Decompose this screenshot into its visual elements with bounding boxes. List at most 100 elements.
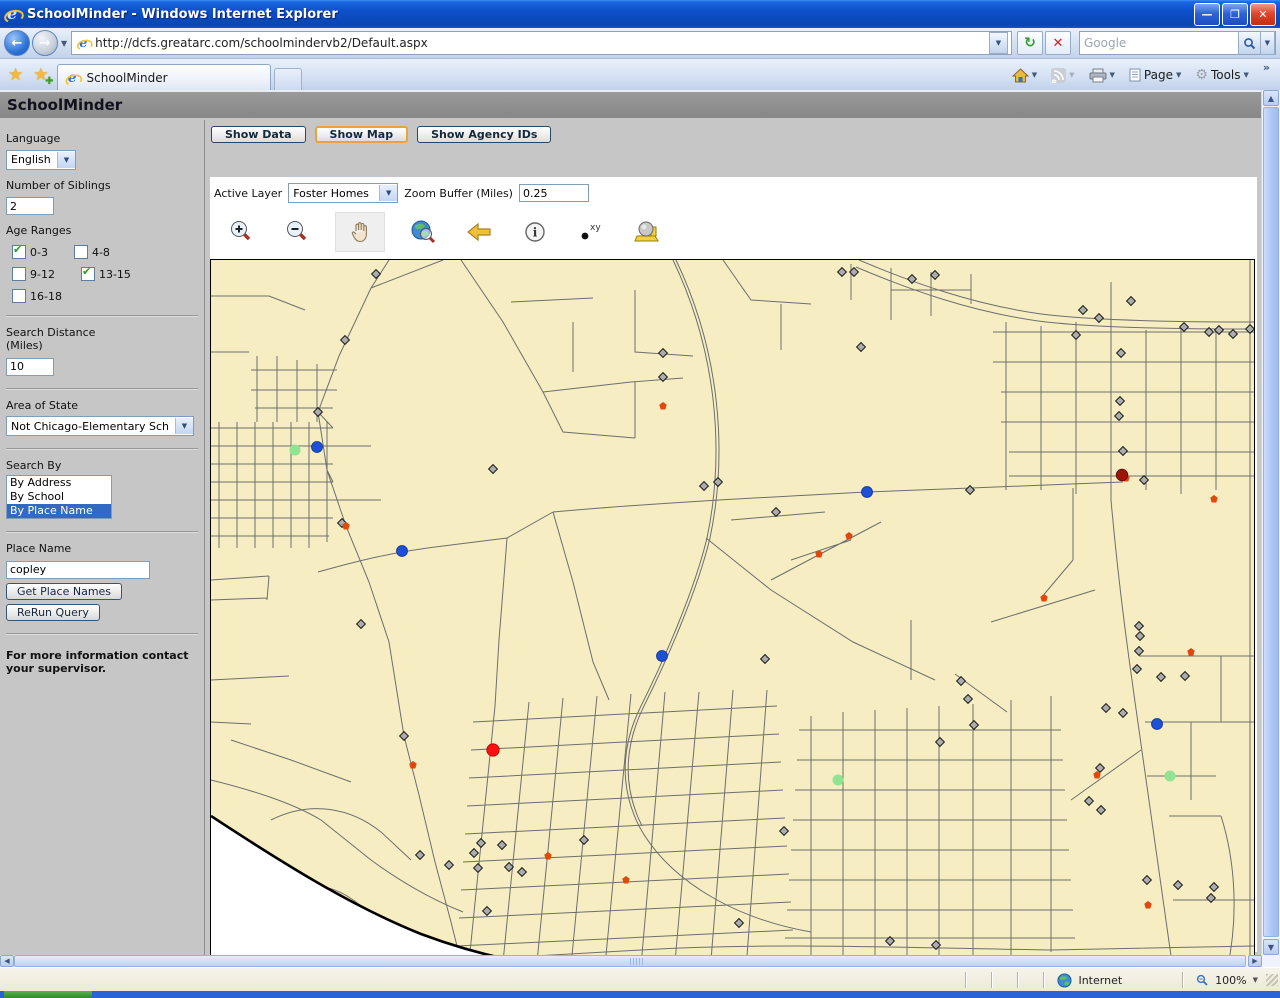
address-bar: ← → ▼ e ▼ ↻ ✕ ▼ xyxy=(0,28,1280,59)
checkbox-age-9-12[interactable]: 9-12 xyxy=(12,267,55,281)
back-icon[interactable] xyxy=(462,216,496,248)
search-distance-label: Search Distance xyxy=(6,326,204,339)
new-tab-button[interactable] xyxy=(274,68,302,91)
map-canvas[interactable] xyxy=(211,260,1254,970)
horizontal-scrollbar[interactable]: ◀ ▶ xyxy=(0,955,1262,967)
history-dropdown-icon[interactable]: ▼ xyxy=(61,39,67,48)
tools-menu[interactable]: ⚙ Tools ▼ xyxy=(1195,67,1249,83)
rerun-query-button[interactable]: ReRun Query xyxy=(6,604,100,621)
page-menu[interactable]: Page ▼ xyxy=(1129,68,1181,82)
security-zone: Internet xyxy=(1057,973,1122,988)
scroll-right-button[interactable]: ▶ xyxy=(1248,955,1262,967)
scroll-up-button[interactable]: ▲ xyxy=(1263,90,1279,106)
search-distance-units: (Miles) xyxy=(6,339,204,352)
ie-logo-icon: e xyxy=(4,5,22,23)
get-place-names-button[interactable]: Get Place Names xyxy=(6,583,122,600)
chevron-down-icon[interactable]: ▼ xyxy=(379,185,397,201)
checkbox-age-16-18[interactable]: 16-18 xyxy=(12,289,62,303)
select-tool-icon[interactable] xyxy=(630,216,664,248)
back-button[interactable]: ← xyxy=(4,30,30,56)
green-marker xyxy=(833,775,844,786)
blue-marker xyxy=(657,651,668,662)
age-ranges-label: Age Ranges xyxy=(6,224,204,237)
zoom-buffer-input[interactable] xyxy=(519,184,589,202)
chevron-down-icon[interactable]: ▼ xyxy=(57,152,75,168)
svg-text:xy: xy xyxy=(590,223,601,233)
minimize-button[interactable]: — xyxy=(1194,3,1220,26)
place-name-label: Place Name xyxy=(6,542,204,555)
active-layer-select[interactable]: Foster Homes▼ xyxy=(288,183,398,203)
resize-grip[interactable] xyxy=(1266,974,1278,986)
chevron-down-icon[interactable]: ▼ xyxy=(175,418,193,434)
search-box[interactable]: ▼ xyxy=(1079,31,1276,55)
checkbox-age-13-15[interactable]: 13-15 xyxy=(81,267,131,281)
toolbar-overflow-chevron[interactable]: » xyxy=(1263,61,1270,74)
close-button[interactable]: ✕ xyxy=(1250,3,1276,26)
zoom-dropdown-icon[interactable]: ▼ xyxy=(1253,976,1258,984)
feeds-button: ▼ xyxy=(1051,68,1074,83)
option-by-school[interactable]: By School xyxy=(7,490,111,504)
siblings-input[interactable] xyxy=(6,197,54,215)
vertical-scrollbar[interactable]: ▲ ▼ xyxy=(1261,90,1280,955)
dark-red-marker xyxy=(1116,469,1128,481)
zoom-out-icon[interactable] xyxy=(280,216,314,248)
add-favorite-icon[interactable]: ★✚ xyxy=(33,65,48,85)
xy-point-icon[interactable]: xy xyxy=(574,216,608,248)
main-area: Show Data Show Map Show Agency IDs Activ… xyxy=(206,120,1262,957)
search-options-dropdown[interactable]: ▼ xyxy=(1260,31,1275,55)
show-agency-ids-button[interactable]: Show Agency IDs xyxy=(417,126,551,143)
option-by-address[interactable]: By Address xyxy=(7,476,111,490)
home-button[interactable]: ▼ xyxy=(1012,68,1037,83)
option-by-place-name[interactable]: By Place Name xyxy=(7,504,111,518)
area-of-state-select[interactable]: Not Chicago-Elementary Sch▼ xyxy=(6,416,194,436)
title-bar: e SchoolMinder - Windows Internet Explor… xyxy=(0,0,1280,28)
search-magnifier-icon[interactable] xyxy=(1238,32,1260,54)
zoom-buffer-label: Zoom Buffer (Miles) xyxy=(404,187,513,200)
scroll-left-button[interactable]: ◀ xyxy=(0,955,14,967)
scroll-down-button[interactable]: ▼ xyxy=(1263,939,1279,955)
app-header: SchoolMinder xyxy=(0,92,1262,118)
status-bar: Internet 100% ▼ xyxy=(0,967,1280,992)
tab-schoolminder[interactable]: e SchoolMinder xyxy=(57,64,271,91)
vertical-scroll-thumb[interactable] xyxy=(1263,107,1279,937)
active-layer-label: Active Layer xyxy=(214,187,282,200)
search-input[interactable] xyxy=(1080,36,1238,50)
map[interactable] xyxy=(210,259,1255,971)
show-data-button[interactable]: Show Data xyxy=(211,126,306,143)
horizontal-scroll-thumb[interactable] xyxy=(14,955,1246,967)
tab-title: SchoolMinder xyxy=(87,71,168,85)
tab-favicon: e xyxy=(65,70,80,85)
blue-marker xyxy=(1152,719,1163,730)
search-by-label: Search By xyxy=(6,459,204,472)
print-button[interactable]: ▼ xyxy=(1089,68,1115,83)
blue-marker xyxy=(862,487,873,498)
forward-button[interactable]: → xyxy=(32,30,58,56)
identify-icon[interactable]: i xyxy=(518,216,552,248)
refresh-button[interactable]: ↻ xyxy=(1017,31,1043,55)
area-of-state-label: Area of State xyxy=(6,399,204,412)
green-marker xyxy=(290,445,301,456)
url-input[interactable] xyxy=(93,35,989,51)
internet-globe-icon xyxy=(1057,973,1072,988)
stop-button[interactable]: ✕ xyxy=(1045,31,1071,55)
pan-icon[interactable] xyxy=(336,213,384,251)
map-toolbar: i xy xyxy=(210,203,1257,259)
language-select[interactable]: English▼ xyxy=(6,150,76,170)
zoom-control[interactable]: 100% ▼ xyxy=(1196,974,1258,987)
search-distance-input[interactable] xyxy=(6,358,54,376)
place-name-input[interactable] xyxy=(6,561,150,579)
show-map-button[interactable]: Show Map xyxy=(315,126,409,143)
address-dropdown-button[interactable]: ▼ xyxy=(989,32,1008,54)
checkbox-age-4-8[interactable]: 4-8 xyxy=(74,245,110,259)
scrollbar-corner xyxy=(1262,955,1280,967)
sidebar: Language English▼ Number of Siblings Age… xyxy=(0,120,205,957)
zoom-full-extent-icon[interactable] xyxy=(406,216,440,248)
address-field[interactable]: e ▼ xyxy=(71,31,1012,55)
checkbox-age-0-3[interactable]: 0-3 xyxy=(12,245,48,259)
restore-button[interactable]: ❐ xyxy=(1222,3,1248,26)
tools-menu-label: Tools xyxy=(1211,68,1241,82)
page-menu-label: Page xyxy=(1144,68,1173,82)
favorites-icon[interactable]: ★ xyxy=(8,65,23,85)
zoom-in-icon[interactable] xyxy=(224,216,258,248)
search-by-listbox[interactable]: By Address By School By Place Name xyxy=(6,475,112,519)
